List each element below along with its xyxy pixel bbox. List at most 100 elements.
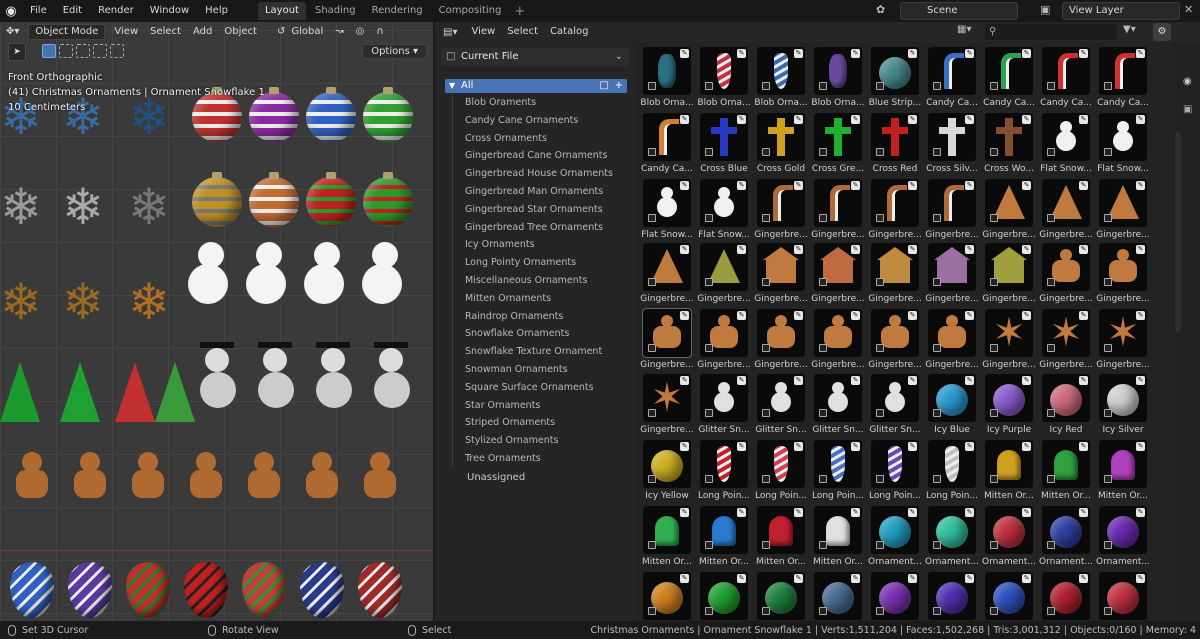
asset-checkbox[interactable]: [990, 607, 998, 615]
asset-thumbnail[interactable]: ✎: [1099, 179, 1147, 227]
asset-label[interactable]: Mitten Or...: [640, 557, 694, 567]
asset-thumbnail[interactable]: ✎: [643, 572, 691, 620]
asset-edit-icon[interactable]: ✎: [737, 49, 746, 58]
asset-label[interactable]: Cross Silv...: [925, 164, 979, 174]
asset-label[interactable]: Long Poin...: [925, 491, 979, 501]
asset-label[interactable]: Blob Orna...: [754, 98, 808, 108]
asset-thumbnail[interactable]: ✎: [928, 113, 976, 161]
asset-thumbnail[interactable]: ✶ ✎: [1042, 309, 1090, 357]
display-mode-icon[interactable]: ▦▾: [957, 24, 971, 35]
asset-thumbnail[interactable]: ✎: [1042, 506, 1090, 554]
search-input[interactable]: ⚲: [985, 24, 1117, 40]
asset-label[interactable]: Ornament...: [1096, 557, 1150, 567]
catalog-item[interactable]: Raindrop Ornaments: [465, 310, 563, 324]
asset-edit-icon[interactable]: ✎: [908, 508, 917, 517]
asset-checkbox[interactable]: [762, 475, 770, 483]
asset-label[interactable]: Gingerbre...: [868, 294, 922, 304]
asset-edit-icon[interactable]: ✎: [794, 574, 803, 583]
asset-checkbox[interactable]: [876, 541, 884, 549]
asset-thumbnail[interactable]: ✎: [928, 179, 976, 227]
asset-edit-icon[interactable]: ✎: [965, 442, 974, 451]
select-tool-icon[interactable]: ➤: [8, 43, 26, 61]
asset-checkbox[interactable]: [990, 409, 998, 417]
catalog-item[interactable]: Snowflake Texture Ornament: [465, 345, 602, 359]
asset-edit-icon[interactable]: ✎: [908, 376, 917, 385]
filter-icon[interactable]: ▼▾: [1123, 24, 1136, 35]
select-new-icon[interactable]: [42, 44, 56, 58]
asset-thumbnail[interactable]: ✎: [814, 309, 862, 357]
asset-checkbox[interactable]: [1104, 409, 1112, 417]
new-catalog-icon[interactable]: □: [600, 79, 609, 93]
add-catalog-icon[interactable]: +: [615, 79, 623, 93]
snowflake-ornament[interactable]: ❄: [128, 277, 170, 327]
asset-label[interactable]: Gingerbre...: [868, 230, 922, 240]
asset-thumbnail[interactable]: ✎: [1099, 572, 1147, 620]
asset-edit-icon[interactable]: ✎: [965, 508, 974, 517]
asset-checkbox[interactable]: [990, 475, 998, 483]
asset-label[interactable]: Gingerbre...: [1096, 294, 1150, 304]
asset-thumbnail[interactable]: ✎: [871, 309, 919, 357]
asset-checkbox[interactable]: [990, 82, 998, 90]
asset-label[interactable]: Gingerbre...: [925, 360, 979, 370]
asset-thumbnail[interactable]: ✎: [700, 309, 748, 357]
asset-label[interactable]: Candy Ca...: [640, 164, 694, 174]
library-dropdown[interactable]: □ Current File ⌄: [441, 48, 629, 66]
falloff-icon[interactable]: ∩: [370, 22, 389, 42]
asset-checkbox[interactable]: [648, 214, 656, 222]
asset-label[interactable]: Gingerbre...: [1096, 230, 1150, 240]
asset-edit-icon[interactable]: ✎: [680, 311, 689, 320]
asset-edit-icon[interactable]: ✎: [737, 115, 746, 124]
settings-gear-icon[interactable]: ⚙: [1153, 23, 1171, 41]
asset-thumbnail[interactable]: ✎: [757, 506, 805, 554]
asset-thumbnail[interactable]: ✎: [985, 506, 1033, 554]
asset-label[interactable]: Gingerbre...: [1039, 294, 1093, 304]
asset-label[interactable]: Gingerbre...: [982, 360, 1036, 370]
asset-edit-icon[interactable]: ✎: [680, 376, 689, 385]
asset-edit-icon[interactable]: ✎: [908, 49, 917, 58]
scene-selector[interactable]: Scene: [900, 2, 1018, 20]
asset-label[interactable]: Icy Blue: [925, 425, 979, 435]
select-extend-icon[interactable]: [59, 44, 73, 58]
asset-label[interactable]: Ornament...: [1039, 557, 1093, 567]
asset-edit-icon[interactable]: ✎: [965, 311, 974, 320]
tree-ornament[interactable]: [115, 362, 155, 422]
orientation-dropdown[interactable]: Global: [291, 22, 329, 42]
asset-edit-icon[interactable]: ✎: [794, 181, 803, 190]
asset-edit-icon[interactable]: ✎: [1079, 181, 1088, 190]
asset-edit-icon[interactable]: ✎: [680, 442, 689, 451]
tab-layout[interactable]: Layout: [257, 2, 306, 20]
asset-checkbox[interactable]: [705, 344, 713, 352]
catalog-item[interactable]: Snowflake Ornaments: [465, 327, 569, 341]
scene-icon[interactable]: ✿: [876, 3, 885, 16]
catalog-item[interactable]: Mitten Ornaments: [465, 292, 551, 306]
asset-label[interactable]: Gingerbre...: [811, 294, 865, 304]
asset-label[interactable]: Mitten Or...: [697, 557, 751, 567]
close-icon[interactable]: ✕: [1184, 3, 1193, 16]
asset-thumbnail[interactable]: ✎: [700, 179, 748, 227]
asset-checkbox[interactable]: [990, 148, 998, 156]
selection-mode-group[interactable]: [42, 44, 127, 60]
catalog-item[interactable]: Icy Ornaments: [465, 238, 535, 252]
viewport-menu-object[interactable]: Object: [218, 22, 263, 42]
asset-label[interactable]: Long Poin...: [868, 491, 922, 501]
asset-checkbox[interactable]: [648, 607, 656, 615]
asset-label[interactable]: Gingerbre...: [982, 230, 1036, 240]
catalog-item[interactable]: Snowman Ornaments: [465, 363, 568, 377]
asset-thumbnail[interactable]: ✎: [928, 309, 976, 357]
asset-label[interactable]: Gingerbre...: [982, 294, 1036, 304]
menu-file[interactable]: File: [22, 0, 55, 22]
catalog-item[interactable]: Candy Cane Ornaments: [465, 114, 578, 128]
asset-checkbox[interactable]: [1047, 214, 1055, 222]
asset-thumbnail[interactable]: ✎: [700, 374, 748, 422]
catalog-item[interactable]: Blob Oraments: [465, 96, 536, 110]
asset-label[interactable]: Gingerbre...: [754, 294, 808, 304]
asset-checkbox[interactable]: [1104, 541, 1112, 549]
snowflake-ornament[interactable]: ❄: [62, 277, 104, 327]
asset-edit-icon[interactable]: ✎: [794, 311, 803, 320]
asset-checkbox[interactable]: [762, 344, 770, 352]
asset-thumbnail[interactable]: ✎: [985, 572, 1033, 620]
asset-edit-icon[interactable]: ✎: [1136, 49, 1145, 58]
asset-thumbnail[interactable]: ✎: [700, 440, 748, 488]
asset-checkbox[interactable]: [876, 214, 884, 222]
snowflake-ornament[interactable]: ❄: [128, 182, 170, 232]
